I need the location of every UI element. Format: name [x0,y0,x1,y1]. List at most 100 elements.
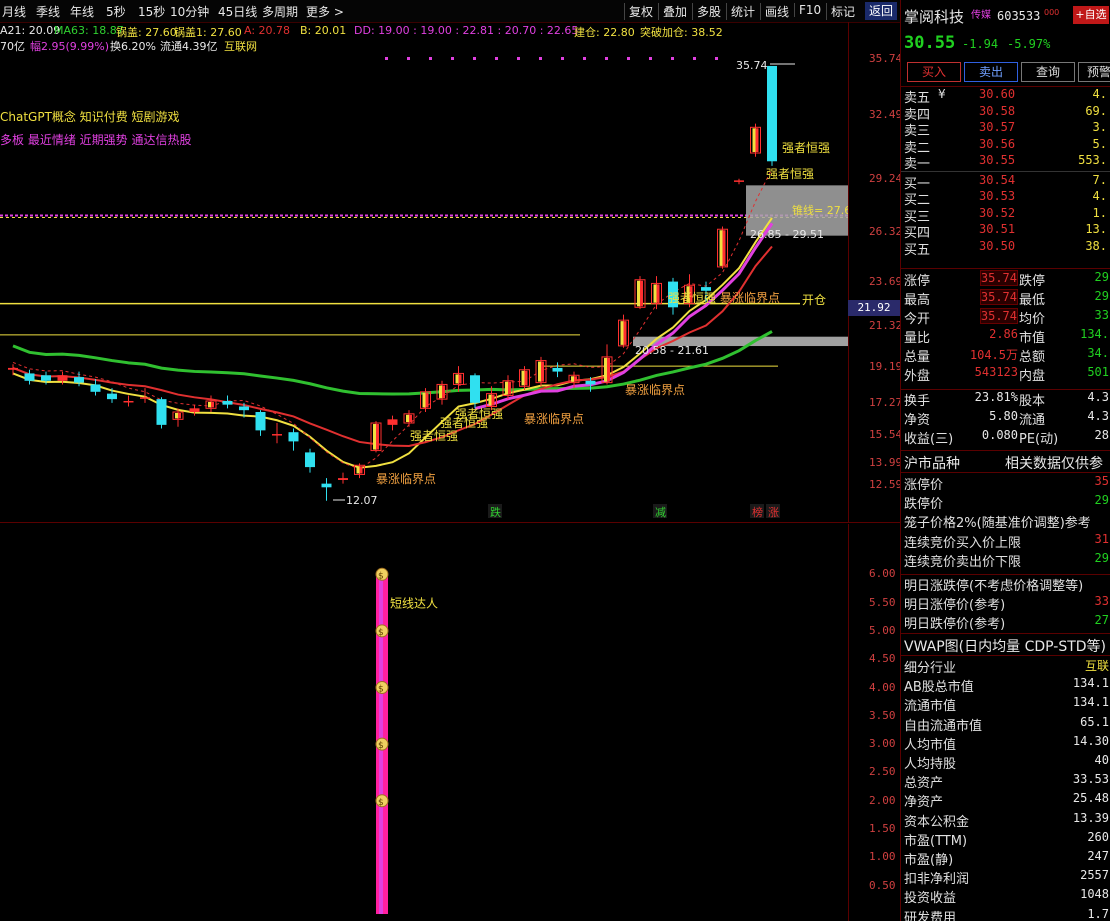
subchart-axis: 6.00 5.50 5.00 4.50 4.00 3.50 3.00 2.50 2.00 1.50… [848,524,901,921]
order-volume: 13. [1085,222,1107,236]
candle [123,395,134,407]
candle-fill [574,376,577,382]
info-value: 35 [1094,474,1109,488]
stat-row: 总量 104.5万 总额 34. [901,346,1110,365]
candle [519,366,530,390]
candle-fill [752,128,756,153]
sell-button[interactable]: 卖出 [964,62,1018,82]
candle-fill [208,401,211,408]
candle [272,423,282,444]
stat-label: 总额 [1019,350,1046,365]
candle-fill [422,392,426,408]
info-row: 扣非净利润 2557 [901,868,1110,887]
candle [767,65,777,166]
return-button[interactable]: 返回 [865,2,897,20]
candlestick-chart[interactable]: 35.74 12.07 26.85 - 29.51 20.58 - 21.61 锥线= … [0,22,848,522]
chart-annotation: 26.85 - 29.51 [750,228,824,241]
candle-body [41,375,51,381]
info-value: 互联 [1084,659,1109,673]
y-tick-label: 29.24 [869,172,903,185]
candle [189,404,200,416]
order-book-row[interactable]: 卖一 30.55 553. [901,153,1110,172]
candle [717,226,728,269]
vwap-chart-link[interactable]: VWAP图(日内均量 CDP-STD等) [904,636,1106,656]
order-book-row[interactable]: 买五 30.50 38. [901,239,1110,258]
candle-body [552,367,563,372]
toolbar-button-0[interactable]: 复权 [624,3,657,20]
market-kind: 沪市品种 [904,456,960,472]
candle-fill [425,392,429,408]
chart-annotation: 暴涨临界点 [524,411,584,426]
indicator-subchart[interactable]: $ $ $ $ $ 短线达人 [0,524,848,921]
y-tick-label: 23.69 [869,275,903,288]
price-axis: 35.74 32.49 29.24 26.32 23.69 21.32 19.19 17.27… [848,22,903,522]
info-label: 净资产 [904,795,944,811]
signal-dot [561,57,564,60]
toolbar-button-1[interactable]: 叠加 [658,3,691,20]
period-tab-2[interactable]: 年线 [70,3,94,20]
signal-dot [649,57,652,60]
chart-annotation: 暴涨临界点 [376,471,436,486]
candle-body [387,419,398,425]
period-tab-3[interactable]: 5秒 [106,3,126,20]
signal-dot [495,57,498,60]
toolbar-button-2[interactable]: 多股 [692,3,725,20]
period-tab-0[interactable]: 月线 [2,3,26,20]
stat-row: 最高 35.74 最低 29 [901,289,1110,308]
signal-dot [627,57,630,60]
info-row: 研发费用 1.7 [901,907,1110,921]
stat-label: 换手 [904,394,931,409]
candle-body [57,375,68,381]
candle [552,362,563,378]
toolbar-button-5[interactable]: F10 [794,3,825,17]
period-tab-1[interactable]: 季线 [36,3,60,20]
info-row: 明日涨停价(参考) 33 [901,594,1110,613]
chart-annotation: 强者恒强 [782,141,830,155]
query-button[interactable]: 查询 [1021,62,1075,82]
candle [305,448,315,473]
candle-fill [359,466,363,474]
info-row: 市盈(TTM) 260 [901,830,1110,849]
stat-row: 量比 2.86 市值 134. [901,327,1110,346]
sub-y-tick-label: 0.50 [869,878,896,892]
order-price: 30.58 [979,103,1016,118]
stat-label: 涨停 [904,274,931,289]
candle-fill [637,280,640,307]
period-tab-5[interactable]: 10分钟 [170,3,209,20]
period-tab-7[interactable]: 多周期 [262,3,298,20]
order-price: 30.53 [979,189,1016,203]
order-price: 30.54 [979,172,1016,187]
candle-body [288,432,299,442]
period-tab-4[interactable]: 15秒 [138,3,165,20]
candle-fill [755,128,759,153]
candle-fill [442,385,445,399]
alert-button[interactable]: 预警 [1078,62,1110,82]
info-value: 1.7 [1087,906,1109,921]
chart-annotation: 暴涨临界点 [720,290,780,305]
toolbar-button-3[interactable]: 统计 [726,3,759,20]
y-tick-label: 12.59 [869,478,903,491]
candle-fill [458,374,462,384]
sector-tag: 传媒 [971,10,991,21]
toolbar-button-6[interactable]: 标记 [826,3,859,20]
add-favorite-button[interactable]: +自选 [1073,6,1109,24]
stat-row: 涨停 35.74 跌停 29 [901,270,1110,289]
stat-value: 29 [1094,270,1109,284]
toolbar-button-4[interactable]: 画线 [760,3,793,20]
period-tab-8[interactable]: 更多 > [306,3,344,20]
order-level: 卖一 [904,157,931,172]
money-bag-glyph: $ [378,571,384,581]
stat-value: 35.74 [979,270,1018,286]
signal-dot [407,57,410,60]
info-label: 涨停价 [904,478,944,493]
chart-annotation: 榜 [752,505,763,519]
sub-y-tick-label: 6.00 [869,567,896,581]
stock-name: 掌阅科技 [904,8,965,26]
candle [222,395,233,409]
y-tick-label: 26.32 [869,225,903,238]
candle-fill [356,466,360,474]
candle-fill [722,230,726,266]
buy-button[interactable]: 买入 [907,62,961,82]
period-tab-6[interactable]: 45日线 [218,3,257,20]
info-value: 134.1 [1072,695,1109,710]
